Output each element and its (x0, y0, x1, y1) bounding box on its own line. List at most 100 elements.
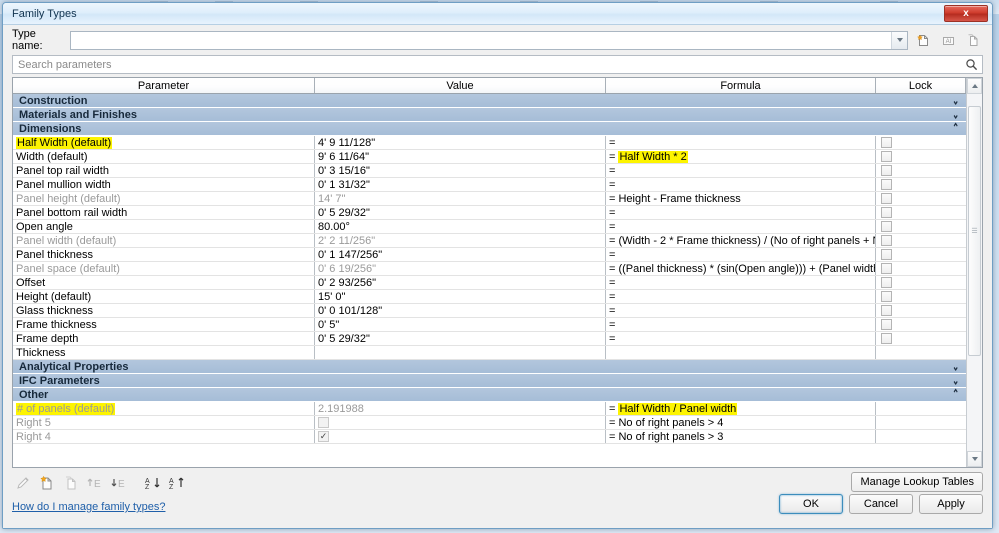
checkbox-unchecked-icon[interactable] (318, 417, 329, 428)
cell-lock[interactable] (876, 276, 966, 289)
type-name-input[interactable] (71, 31, 891, 49)
type-name-combo[interactable] (70, 30, 908, 50)
sort-descending-button[interactable]: A Z (166, 473, 188, 493)
close-button[interactable]: x (944, 5, 988, 22)
cell-lock[interactable] (876, 262, 966, 275)
lock-checkbox-icon[interactable] (881, 319, 892, 330)
cell-value[interactable]: 9' 6 11/64" (315, 150, 606, 163)
cell-formula[interactable]: = Height - Frame thickness (606, 192, 876, 205)
cell-parameter[interactable]: Frame thickness (13, 318, 315, 331)
cell-formula[interactable] (606, 346, 876, 359)
table-row[interactable]: Frame thickness 0' 5" = (13, 318, 966, 332)
group-header-construction[interactable]: Construction ⌄ (13, 94, 966, 108)
cell-formula[interactable]: = (606, 290, 876, 303)
cell-parameter[interactable]: Half Width (default) (13, 136, 315, 149)
cell-formula[interactable]: = (606, 332, 876, 345)
cell-formula[interactable]: = (606, 220, 876, 233)
group-header-materials-and-finishes[interactable]: Materials and Finishes ⌄ (13, 107, 966, 122)
scrollbar-track[interactable]: ☰ (967, 94, 982, 451)
cell-lock[interactable] (876, 192, 966, 205)
cell-lock[interactable] (876, 234, 966, 247)
cell-value[interactable] (315, 430, 606, 443)
cell-formula[interactable]: = Half Width / Panel width (606, 402, 876, 415)
cell-formula[interactable]: = (606, 248, 876, 261)
cell-formula[interactable]: = No of right panels > 3 (606, 430, 876, 443)
table-row[interactable]: Panel space (default) 0' 6 19/256" = ((Pan… (13, 262, 966, 276)
cell-parameter[interactable]: Height (default) (13, 290, 315, 303)
table-row[interactable]: Panel bottom rail width 0' 5 29/32" = (13, 206, 966, 220)
ok-button[interactable]: OK (779, 494, 843, 514)
cell-parameter[interactable]: Panel height (default) (13, 192, 315, 205)
cancel-button[interactable]: Cancel (849, 494, 913, 514)
cell-parameter[interactable]: Panel top rail width (13, 164, 315, 177)
column-header-value[interactable]: Value (315, 78, 606, 93)
edit-parameter-button[interactable] (12, 473, 34, 493)
column-header-parameter[interactable]: Parameter (13, 78, 315, 93)
table-row[interactable]: Thickness (13, 346, 966, 360)
table-row[interactable]: Height (default) 15' 0" = (13, 290, 966, 304)
cell-parameter[interactable]: # of panels (default) (13, 402, 315, 415)
cell-parameter[interactable]: Open angle (13, 220, 315, 233)
cell-value[interactable]: 0' 5 29/32" (315, 206, 606, 219)
cell-lock[interactable] (876, 164, 966, 177)
table-row[interactable]: Panel top rail width 0' 3 15/16" = (13, 164, 966, 178)
cell-formula[interactable]: = (Width - 2 * Frame thickness) / (No of… (606, 234, 876, 247)
cell-parameter[interactable]: Offset (13, 276, 315, 289)
cell-value[interactable]: 4' 9 11/128" (315, 136, 606, 149)
cell-lock[interactable] (876, 332, 966, 345)
cell-parameter[interactable]: Frame depth (13, 332, 315, 345)
help-link[interactable]: How do I manage family types? (12, 501, 165, 513)
search-bar[interactable] (12, 55, 983, 74)
lock-checkbox-icon[interactable] (881, 333, 892, 344)
cell-parameter[interactable]: Panel bottom rail width (13, 206, 315, 219)
cell-parameter[interactable]: Panel thickness (13, 248, 315, 261)
table-row[interactable]: Right 5 = No of right panels > 4 (13, 416, 966, 430)
lock-checkbox-icon[interactable] (881, 263, 892, 274)
manage-lookup-tables-button[interactable]: Manage Lookup Tables (851, 472, 983, 492)
cell-formula[interactable]: = (606, 318, 876, 331)
cell-parameter[interactable]: Right 5 (13, 416, 315, 429)
lock-checkbox-icon[interactable] (881, 137, 892, 148)
cell-lock[interactable] (876, 248, 966, 261)
rename-type-icon[interactable]: AI (939, 31, 958, 50)
table-row[interactable]: Open angle 80.00° = (13, 220, 966, 234)
table-row[interactable]: Width (default) 9' 6 11/64" = Half Width *… (13, 150, 966, 164)
move-down-button[interactable]: E (108, 473, 130, 493)
table-row[interactable]: Frame depth 0' 5 29/32" = (13, 332, 966, 346)
duplicate-parameter-button[interactable] (60, 473, 82, 493)
group-header-ifc-parameters[interactable]: IFC Parameters ⌄ (13, 373, 966, 388)
cell-lock[interactable] (876, 290, 966, 303)
lock-checkbox-icon[interactable] (881, 151, 892, 162)
cell-value[interactable] (315, 416, 606, 429)
cell-value[interactable]: 0' 0 101/128" (315, 304, 606, 317)
scroll-up-button[interactable] (967, 78, 982, 94)
table-row[interactable]: Glass thickness 0' 0 101/128" = (13, 304, 966, 318)
cell-value[interactable]: 0' 1 147/256" (315, 248, 606, 261)
cell-value[interactable] (315, 346, 606, 359)
cell-formula[interactable]: = (606, 136, 876, 149)
cell-parameter[interactable]: Panel space (default) (13, 262, 315, 275)
cell-value[interactable]: 0' 5 29/32" (315, 332, 606, 345)
cell-parameter[interactable]: Thickness (13, 346, 315, 359)
search-icon[interactable] (960, 58, 982, 71)
cell-value[interactable]: 0' 2 93/256" (315, 276, 606, 289)
group-header-dimensions[interactable]: Dimensions ⌃ (13, 121, 966, 136)
lock-checkbox-icon[interactable] (881, 193, 892, 204)
group-header-analytical-properties[interactable]: Analytical Properties ⌄ (13, 359, 966, 374)
lock-checkbox-icon[interactable] (881, 221, 892, 232)
cell-value[interactable]: 0' 1 31/32" (315, 178, 606, 191)
sort-ascending-button[interactable]: A Z (142, 473, 164, 493)
lock-checkbox-icon[interactable] (881, 235, 892, 246)
cell-value[interactable]: 80.00° (315, 220, 606, 233)
cell-formula[interactable]: = (606, 276, 876, 289)
lock-checkbox-icon[interactable] (881, 291, 892, 302)
table-row[interactable]: Offset 0' 2 93/256" = (13, 276, 966, 290)
cell-value[interactable]: 0' 6 19/256" (315, 262, 606, 275)
cell-formula[interactable]: = (606, 206, 876, 219)
cell-parameter[interactable]: Panel mullion width (13, 178, 315, 191)
search-input[interactable] (13, 56, 960, 73)
cell-lock[interactable] (876, 304, 966, 317)
scroll-down-button[interactable] (967, 451, 982, 467)
chevron-down-icon[interactable] (891, 31, 907, 49)
table-row[interactable]: Panel height (default) 14' 7" = Height - F… (13, 192, 966, 206)
